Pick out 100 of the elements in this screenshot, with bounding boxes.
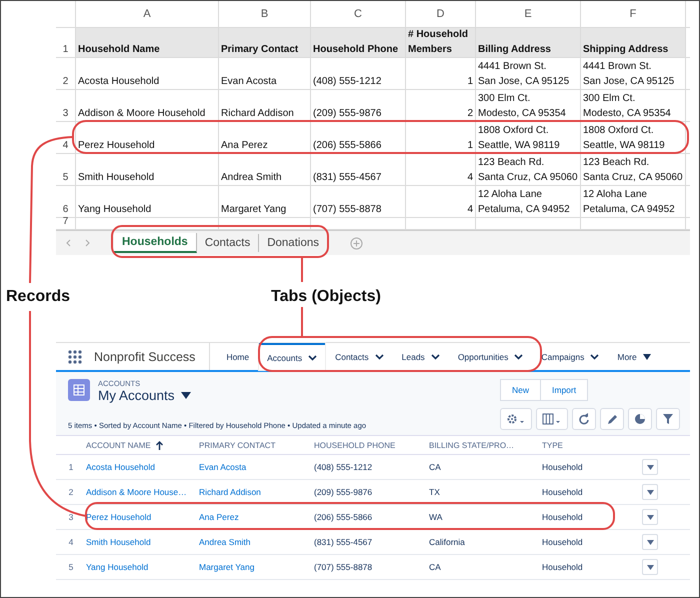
settings-icon bbox=[506, 412, 526, 426]
column-letter[interactable]: B bbox=[219, 1, 311, 28]
sheet-tab[interactable]: Donations bbox=[259, 234, 328, 252]
columns-icon bbox=[542, 412, 562, 426]
caret-down-icon[interactable] bbox=[180, 392, 191, 399]
table-cell: 12 Aloha Lane Petaluma, CA 94952 bbox=[581, 186, 686, 218]
column-header[interactable]: BILLING STATE/PRO… bbox=[429, 440, 514, 450]
action-button[interactable]: Import bbox=[541, 379, 588, 401]
table-cell: (831) 555-4567 bbox=[314, 537, 372, 547]
row-menu-button[interactable] bbox=[642, 559, 658, 575]
table-cell: 300 Elm Ct. Modesto, CA 95354 bbox=[476, 90, 581, 122]
action-button[interactable]: New bbox=[500, 379, 542, 401]
chevron-down-icon bbox=[374, 354, 384, 360]
settings-button[interactable] bbox=[500, 408, 532, 430]
refresh-icon bbox=[578, 412, 590, 426]
table-cell: Household bbox=[542, 487, 583, 497]
table-cell: CA bbox=[429, 562, 441, 572]
connector-line bbox=[301, 307, 303, 337]
column-header[interactable]: PRIMARY CONTACT bbox=[199, 440, 276, 450]
row-menu-button[interactable] bbox=[642, 509, 658, 525]
sheet-tab[interactable]: Contacts bbox=[196, 234, 260, 252]
column-header[interactable]: HOUSEHOLD PHONE bbox=[314, 440, 396, 450]
table-cell: Household bbox=[542, 462, 583, 472]
nav-tab[interactable]: Leads bbox=[394, 343, 448, 370]
refresh-button[interactable] bbox=[572, 408, 596, 430]
table-cell: 12 Aloha Lane Petaluma, CA 94952 bbox=[476, 186, 581, 218]
table-grid-icon bbox=[73, 384, 85, 396]
record-link[interactable]: Acosta Household bbox=[86, 462, 155, 472]
list-view-title: My Accounts bbox=[98, 388, 175, 403]
columns-button[interactable] bbox=[536, 408, 568, 430]
column-letter[interactable]: D bbox=[406, 1, 476, 28]
record-link[interactable]: Andrea Smith bbox=[199, 537, 250, 547]
record-link[interactable]: Addison & Moore House… bbox=[86, 487, 187, 497]
table-cell: 1808 Oxford Ct. Seattle, WA 98119 bbox=[476, 122, 581, 154]
header-cell: Household Phone bbox=[311, 28, 406, 58]
callout-label: Tabs (Objects) bbox=[271, 288, 382, 306]
sort-arrow-icon bbox=[156, 440, 163, 450]
nav-tab[interactable]: Campaigns bbox=[533, 343, 608, 370]
record-link[interactable]: Yang Household bbox=[86, 562, 148, 572]
record-link[interactable]: Smith Household bbox=[86, 537, 151, 547]
chevron-down-icon bbox=[430, 354, 440, 360]
table-cell: Household bbox=[542, 562, 583, 572]
app-launcher-icon[interactable] bbox=[68, 350, 82, 364]
caret-down-icon bbox=[646, 514, 654, 520]
row-menu-button[interactable] bbox=[642, 534, 658, 550]
table-cell: 4441 Brown St. San Jose, CA 95125 bbox=[476, 58, 581, 90]
table-cell: Household bbox=[542, 512, 583, 522]
column-header[interactable]: TYPE bbox=[542, 440, 563, 450]
table-cell: 4441 Brown St. San Jose, CA 95125 bbox=[581, 58, 686, 90]
row-number[interactable]: 5 bbox=[56, 154, 76, 186]
column-letter[interactable]: E bbox=[476, 1, 581, 28]
row-number[interactable]: 6 bbox=[56, 186, 76, 218]
table-cell: WA bbox=[429, 512, 442, 522]
filter-button[interactable] bbox=[656, 408, 680, 430]
caret-down-icon bbox=[646, 490, 654, 494]
table-cell: Perez Household bbox=[76, 122, 219, 154]
row-number[interactable]: 3 bbox=[56, 90, 76, 122]
table-cell: California bbox=[429, 537, 465, 547]
header-cell: # Household Members bbox=[406, 28, 476, 58]
column-letter[interactable]: A bbox=[76, 1, 219, 28]
filter-icon bbox=[662, 412, 674, 426]
nav-tab[interactable]: Home bbox=[218, 343, 258, 370]
caret-down-icon bbox=[646, 540, 654, 544]
column-header[interactable]: ACCOUNT NAME bbox=[86, 440, 163, 450]
row-number[interactable]: 7 bbox=[56, 218, 76, 230]
column-letter[interactable]: F bbox=[581, 1, 686, 28]
row-number: 2 bbox=[68, 487, 74, 497]
table-cell: (707) 555-8878 bbox=[314, 562, 372, 572]
row-menu-button[interactable] bbox=[642, 459, 658, 475]
row-number[interactable]: 1 bbox=[56, 28, 76, 58]
table-cell: 1 bbox=[406, 58, 476, 90]
pencil-icon bbox=[606, 412, 618, 426]
caret-down-icon bbox=[646, 464, 654, 470]
app-name: Nonprofit Success bbox=[94, 350, 196, 364]
sheet-tab[interactable]: Households bbox=[114, 233, 197, 253]
record-link[interactable]: Margaret Yang bbox=[199, 562, 254, 572]
row-number[interactable]: 2 bbox=[56, 58, 76, 90]
nav-tab[interactable]: More bbox=[609, 343, 659, 370]
table-cell: 123 Beach Rd. Santa Cruz, CA 95060 bbox=[476, 154, 581, 186]
pencil-button[interactable] bbox=[600, 408, 624, 430]
header-cell: Billing Address bbox=[476, 28, 581, 58]
row-menu-button[interactable] bbox=[642, 484, 658, 500]
table-cell: 1 bbox=[406, 122, 476, 154]
table-cell: Richard Addison bbox=[219, 90, 311, 122]
record-link[interactable]: Evan Acosta bbox=[199, 462, 246, 472]
table-cell: Evan Acosta bbox=[219, 58, 311, 90]
column-letter[interactable]: C bbox=[311, 1, 406, 28]
pie-chart-button[interactable] bbox=[628, 408, 652, 430]
table-cell: Acosta Household bbox=[76, 58, 219, 90]
row-number: 1 bbox=[68, 462, 74, 472]
pie-chart-icon bbox=[634, 412, 646, 426]
nav-tab[interactable]: Contacts bbox=[327, 343, 392, 370]
table-cell: (209) 555-9876 bbox=[314, 487, 372, 497]
table-cell: (408) 555-1212 bbox=[311, 58, 406, 90]
chevron-down-icon bbox=[514, 354, 524, 360]
record-link[interactable]: Richard Addison bbox=[199, 487, 261, 497]
nav-tab[interactable]: Opportunities bbox=[450, 343, 532, 370]
record-link[interactable]: Ana Perez bbox=[199, 512, 239, 522]
table-cell: Margaret Yang bbox=[219, 186, 311, 218]
caret-down-icon bbox=[646, 564, 654, 570]
